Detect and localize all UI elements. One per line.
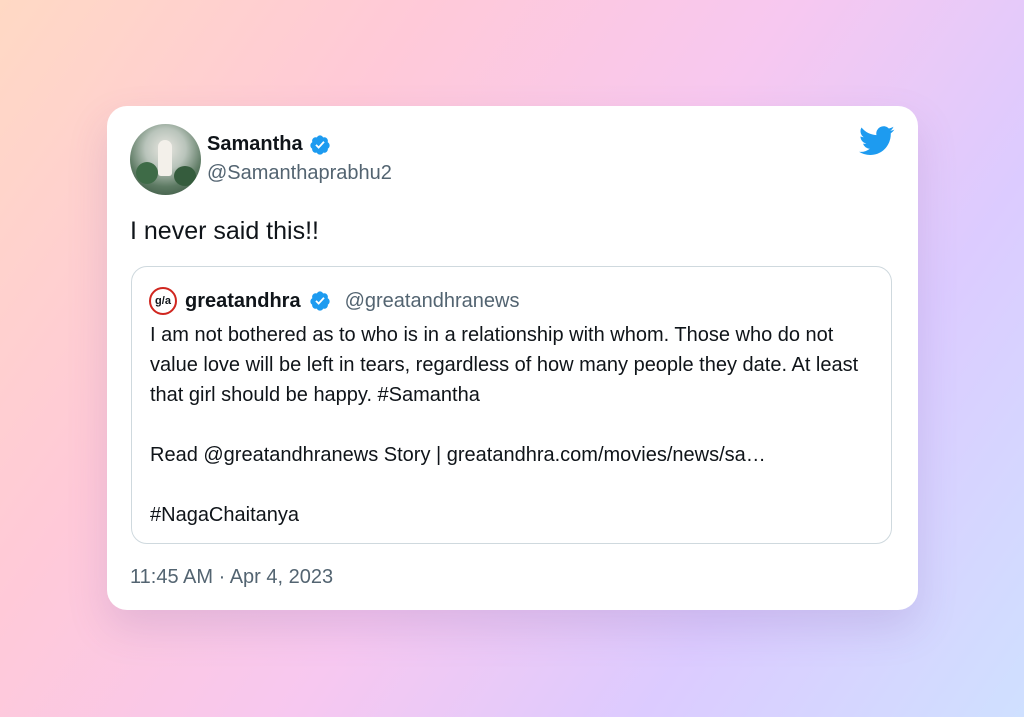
author-avatar[interactable] [130, 124, 201, 195]
quoted-tweet[interactable]: g/a greatandhra @greatandhranews I am no… [131, 266, 892, 544]
verified-badge-icon [309, 291, 330, 311]
quoted-tweet-body: I am not bothered as to who is in a rela… [150, 320, 880, 530]
tweet-text: I never said this!! [130, 217, 319, 245]
quoted-paragraph-1: I am not bothered as to who is in a rela… [150, 324, 859, 406]
verified-badge-icon [309, 134, 330, 155]
tweet-timestamp[interactable]: 11:45 AM · Apr 4, 2023 [130, 566, 333, 589]
author-handle[interactable]: @Samanthaprabhu2 [207, 162, 392, 185]
quoted-paragraph-2[interactable]: Read @greatandhranews Story | greatandhr… [150, 440, 880, 470]
quoted-author-name[interactable]: greatandhra [185, 290, 301, 313]
quoted-author-handle[interactable]: @greatandhranews [345, 290, 520, 313]
tweet-card[interactable]: Samantha @Samanthaprabhu2 I never said t… [107, 106, 918, 610]
greatandhra-logo-icon[interactable]: g/a [149, 287, 177, 315]
twitter-bird-icon[interactable] [859, 126, 895, 156]
author-name-row[interactable]: Samantha [207, 133, 331, 156]
author-name[interactable]: Samantha [207, 133, 303, 156]
quoted-paragraph-3[interactable]: #NagaChaitanya [150, 500, 880, 530]
quoted-tweet-header: g/a greatandhra @greatandhranews [149, 287, 519, 315]
